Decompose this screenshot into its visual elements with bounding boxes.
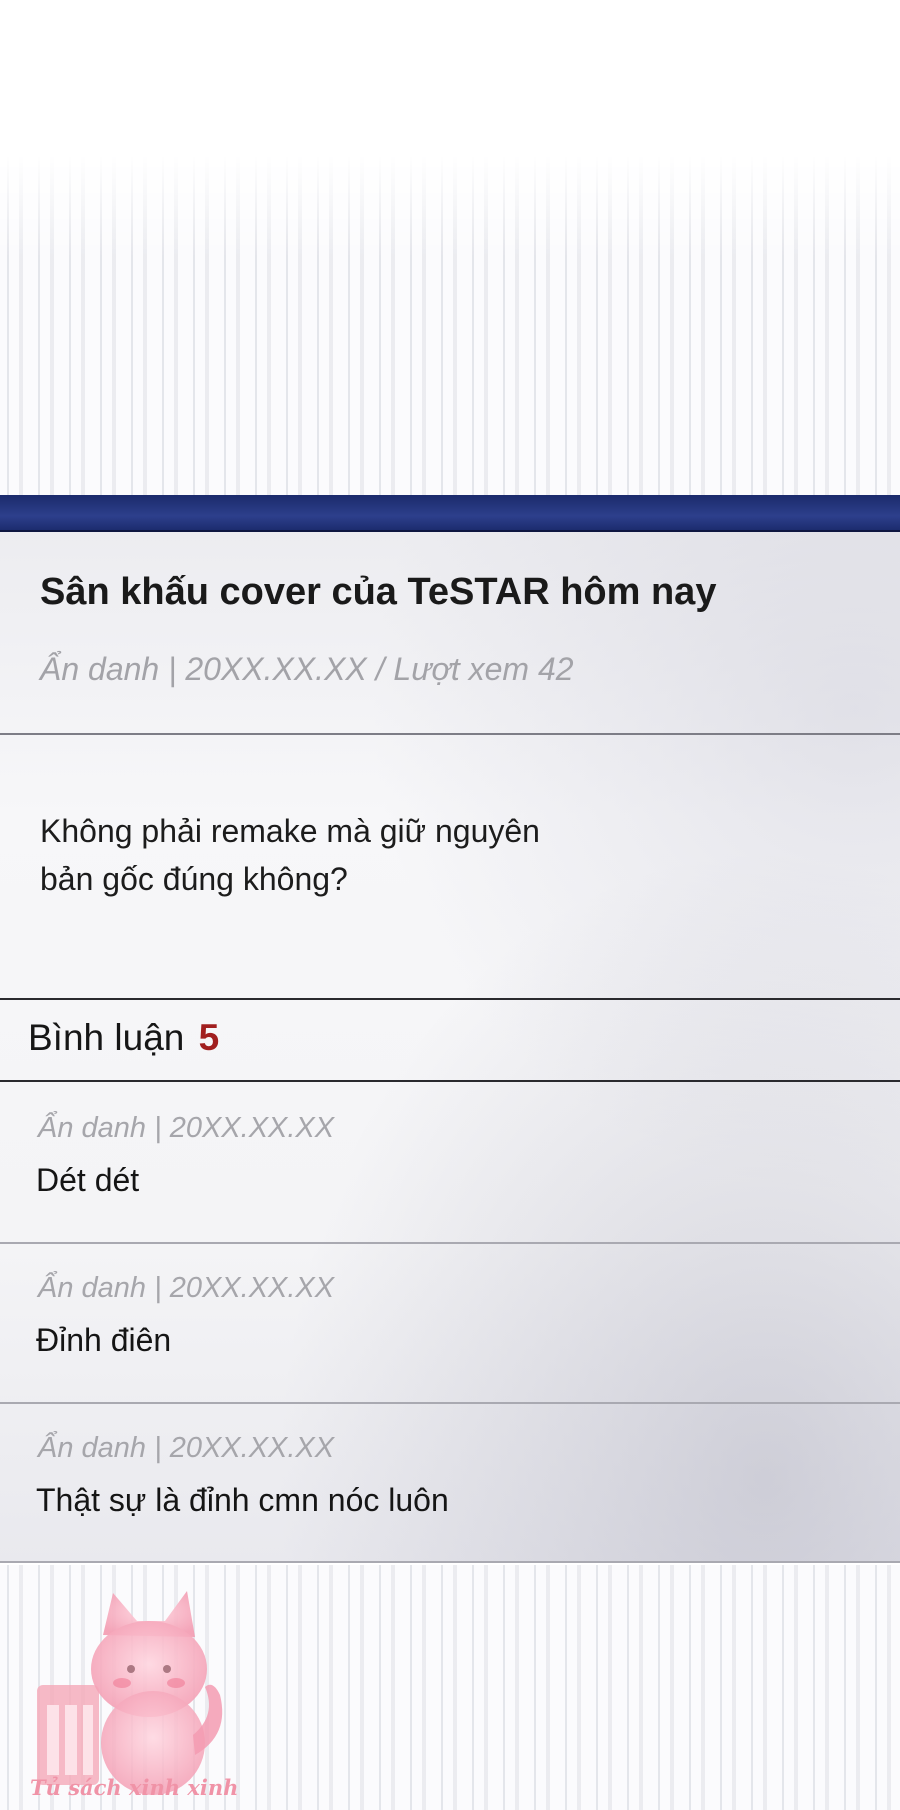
divider: [0, 1561, 900, 1563]
comment-item: Ẩn danh | 20XX.XX.XX Đỉnh điên: [0, 1244, 900, 1404]
comment-meta: Ẩn danh | 20XX.XX.XX: [38, 1112, 335, 1144]
comments-count: 5: [198, 1017, 220, 1058]
comments-label: Bình luận: [28, 1017, 185, 1058]
post-body-line: bản gốc đúng không?: [40, 861, 348, 897]
divider: [0, 998, 900, 1000]
comments-header: Bình luận 5: [28, 1017, 219, 1059]
comment-meta: Ẩn danh | 20XX.XX.XX: [38, 1272, 335, 1304]
background-stripes-top: [0, 155, 900, 495]
comment-text: Thật sự là đỉnh cmn nóc luôn: [36, 1482, 449, 1518]
comment-meta: Ẩn danh | 20XX.XX.XX: [38, 1432, 335, 1464]
comment-item: Ẩn danh | 20XX.XX.XX Thật sự là đỉnh cmn…: [0, 1404, 900, 1564]
post-meta: Ẩn danh | 20XX.XX.XX / Lượt xem 42: [40, 651, 574, 687]
watermark-text: Tủ sách xinh xinh: [30, 1775, 239, 1800]
post-header-bar: [0, 495, 900, 532]
cat-bookshelf-logo: [37, 1591, 223, 1795]
comment-text: Dét dét: [36, 1162, 140, 1198]
post-card: Sân khấu cover của TeSTAR hôm nay Ẩn dan…: [0, 495, 900, 1563]
post-body: Không phải remake mà giữ nguyên bản gốc …: [40, 807, 840, 903]
divider: [0, 733, 900, 735]
comment-item: Ẩn danh | 20XX.XX.XX Dét dét: [0, 1082, 900, 1242]
post-title: Sân khấu cover của TeSTAR hôm nay: [40, 571, 717, 613]
comment-text: Đỉnh điên: [36, 1322, 172, 1358]
post-body-line: Không phải remake mà giữ nguyên: [40, 813, 540, 849]
